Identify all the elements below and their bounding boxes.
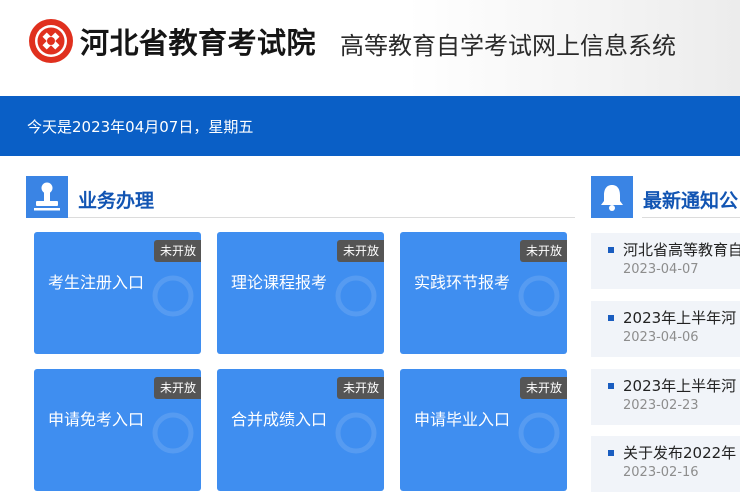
status-badge: 未开放	[519, 377, 567, 399]
notice-title[interactable]: 河北省高等教育自	[623, 239, 740, 260]
bullet-icon	[608, 315, 614, 321]
tile-label: 申请毕业入口	[414, 410, 511, 429]
notices-section-title: 最新通知公	[643, 190, 739, 212]
notice-title[interactable]: 2023年上半年河	[623, 307, 736, 328]
notices-divider	[642, 217, 740, 218]
merge-scores-tile[interactable]: 合并成绩入口 未开放	[217, 369, 384, 491]
notice-item[interactable]: 河北省高等教育自 2023-04-07	[591, 233, 740, 289]
status-badge: 未开放	[153, 377, 201, 399]
tile-watermark-icon	[152, 412, 194, 454]
date-bar: 今天是2023年04月07日，星期五	[0, 96, 740, 156]
notice-item[interactable]: 2023年上半年河 2023-02-23	[591, 369, 740, 425]
org-name: 河北省教育考试院	[80, 26, 317, 60]
notice-date: 2023-02-23	[623, 398, 699, 413]
notice-item[interactable]: 关于发布2022年 2023-02-16	[591, 436, 740, 492]
current-date: 今天是2023年04月07日，星期五	[27, 118, 254, 136]
site-header: 河北省教育考试院 高等教育自学考试网上信息系统	[0, 0, 740, 96]
tile-watermark-icon	[335, 412, 377, 454]
practice-signup-tile[interactable]: 实践环节报考 未开放	[400, 232, 567, 354]
notice-item[interactable]: 2023年上半年河 2023-04-06	[591, 301, 740, 357]
notice-date: 2023-04-07	[623, 262, 699, 277]
system-name: 高等教育自学考试网上信息系统	[340, 32, 676, 60]
graduation-entry-tile[interactable]: 申请毕业入口 未开放	[400, 369, 567, 491]
tile-label: 理论课程报考	[231, 273, 328, 292]
business-section-title: 业务办理	[78, 190, 155, 212]
status-badge: 未开放	[153, 240, 201, 262]
notice-title[interactable]: 关于发布2022年	[623, 442, 736, 463]
stamp-icon	[26, 176, 68, 218]
bell-icon	[591, 176, 633, 218]
bullet-icon	[608, 247, 614, 253]
notice-date: 2023-04-06	[623, 330, 699, 345]
tile-label: 申请免考入口	[48, 410, 145, 429]
tile-watermark-icon	[152, 275, 194, 317]
tile-label: 考生注册入口	[48, 273, 145, 292]
status-badge: 未开放	[519, 240, 567, 262]
status-badge: 未开放	[336, 240, 384, 262]
exemption-entry-tile[interactable]: 申请免考入口 未开放	[34, 369, 201, 491]
tile-label: 实践环节报考	[414, 273, 511, 292]
business-divider	[68, 217, 575, 218]
bullet-icon	[608, 450, 614, 456]
theory-course-signup-tile[interactable]: 理论课程报考 未开放	[217, 232, 384, 354]
tile-watermark-icon	[518, 412, 560, 454]
tile-label: 合并成绩入口	[231, 410, 328, 429]
notice-date: 2023-02-16	[623, 465, 699, 480]
tile-watermark-icon	[335, 275, 377, 317]
exam-seal-logo-icon[interactable]	[28, 18, 74, 64]
register-entry-tile[interactable]: 考生注册入口 未开放	[34, 232, 201, 354]
tile-watermark-icon	[518, 275, 560, 317]
bullet-icon	[608, 383, 614, 389]
status-badge: 未开放	[336, 377, 384, 399]
notice-title[interactable]: 2023年上半年河	[623, 375, 736, 396]
